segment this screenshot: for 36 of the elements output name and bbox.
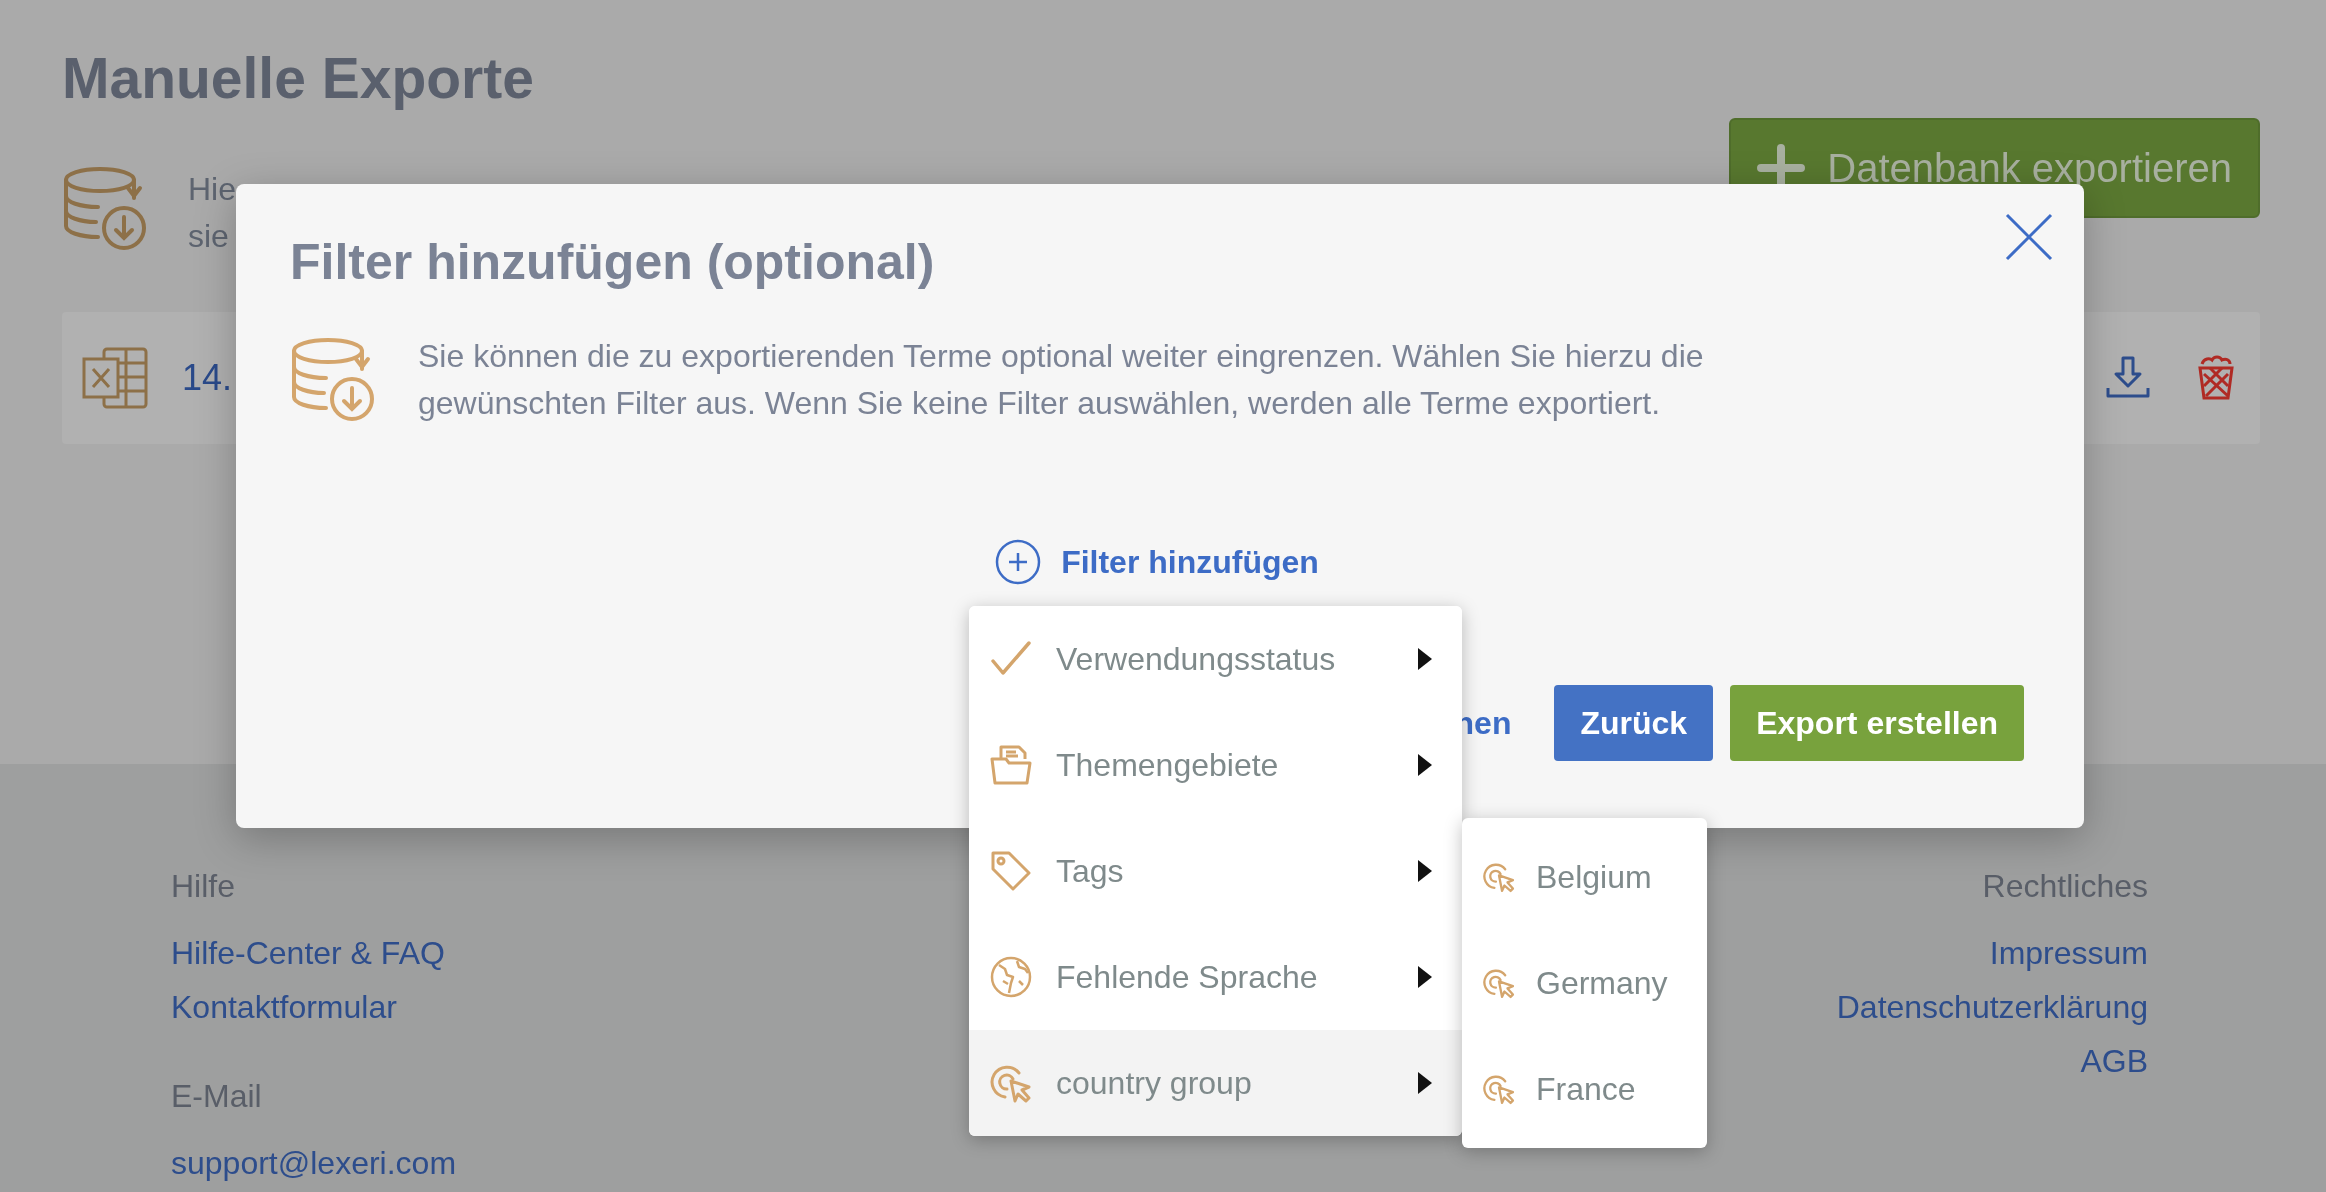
spreadsheet-icon	[82, 347, 148, 409]
caret-icon	[1418, 648, 1432, 670]
intro-text: sie	[188, 217, 230, 256]
footer-link[interactable]: Impressum	[1989, 926, 2148, 980]
plus-circle-icon	[995, 539, 1042, 585]
footer-link[interactable]: Kontaktformular	[171, 980, 457, 1034]
footer-link[interactable]: support@lexeri.com	[171, 1136, 457, 1190]
dialog-description: Sie können die zu exportierenden Terme optional weiter eingrenzen. Wählen Sie hierzu die gewünschten Filter aus. Wenn Sie keine Filter auswählen, werden alle Terme exportiert.	[418, 337, 1705, 423]
caret-icon	[1418, 966, 1432, 988]
footer-link[interactable]: AGB	[2080, 1034, 2148, 1088]
footer-heading: Rechtliches	[1982, 867, 2148, 906]
filter-menu-item[interactable]: Themengebiete	[969, 712, 1462, 818]
dialog-title: Filter hinzufügen (optional)	[290, 234, 936, 290]
submenu-item[interactable]: France	[1462, 1036, 1707, 1142]
caret-icon	[1418, 754, 1432, 776]
intro-text: Hie	[188, 170, 236, 209]
filter-menu-item[interactable]: country group	[969, 1030, 1462, 1136]
caret-icon	[1418, 1072, 1432, 1094]
submenu-item[interactable]: Germany	[1462, 930, 1707, 1036]
globe-icon	[989, 955, 1033, 999]
close-button[interactable]	[2004, 212, 2054, 262]
footer-heading: E-Mail	[171, 1077, 263, 1116]
folder-icon	[989, 743, 1033, 787]
footer-link[interactable]: Hilfe-Center & FAQ	[171, 926, 457, 980]
create-export-button[interactable]: Export erstellen	[1730, 685, 2024, 761]
tag-icon	[989, 849, 1033, 893]
footer-heading: Hilfe	[171, 867, 236, 906]
submenu-item[interactable]: Belgium	[1462, 824, 1707, 930]
back-button[interactable]: Zurück	[1554, 685, 1714, 761]
filter-menu-item[interactable]: Tags	[969, 818, 1462, 924]
page-title: Manuelle Exporte	[62, 46, 534, 110]
filter-menu-item[interactable]: Verwendungsstatus	[969, 606, 1462, 712]
caret-icon	[1418, 860, 1432, 882]
footer-link[interactable]: Datenschutzerklärung	[1836, 980, 2148, 1034]
add-filter-button[interactable]: Filter hinzufügen	[995, 539, 1319, 585]
filter-menu-item[interactable]: Fehlende Sprache	[969, 924, 1462, 1030]
